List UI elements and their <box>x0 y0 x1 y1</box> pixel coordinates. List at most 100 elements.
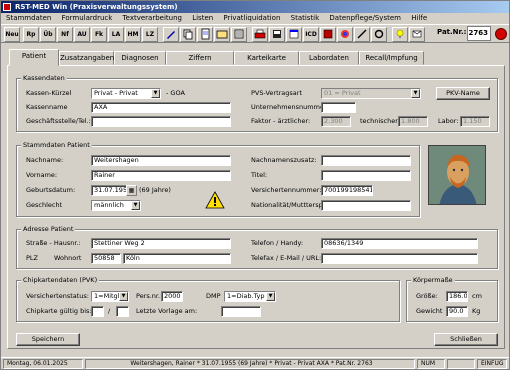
gewicht-field[interactable]: 90.0 <box>446 306 468 317</box>
titel-field[interactable] <box>321 170 411 181</box>
status-bar: Montag, 06.01.2025 Weitershagen, Rainer … <box>1 357 509 369</box>
plz-label: PLZ <box>26 254 38 262</box>
nationalitaet-field[interactable] <box>321 200 411 211</box>
menu-stammdaten[interactable]: Stammdaten <box>6 14 51 22</box>
menu-statistik[interactable]: Statistik <box>291 14 320 22</box>
new-button[interactable]: Neu <box>4 27 20 42</box>
status-empty <box>447 359 475 369</box>
persnr-field[interactable]: 2000 <box>161 291 183 302</box>
pkv-name-button[interactable]: PKV-Name <box>436 87 490 100</box>
chevron-down-icon: ▼ <box>411 89 420 98</box>
calendar-picker-icon[interactable]: ▦ <box>126 185 137 196</box>
menu-hilfe[interactable]: Hilfe <box>411 14 427 22</box>
status-select[interactable]: 1=Mitglie ▼ <box>91 291 129 302</box>
kassenkuerzel-value: Privat - Privat <box>94 89 138 97</box>
status-num: NUM <box>417 359 445 369</box>
dmp-select[interactable]: 1=Diab.Typ 2 ▼ <box>224 291 276 302</box>
gewicht-label: Gewicht <box>416 307 443 315</box>
menu-textverarbeitung[interactable]: Textverarbeitung <box>123 14 182 22</box>
gueltig-monat-field[interactable] <box>91 306 104 317</box>
tab-ziffern[interactable]: Ziffern <box>166 51 234 65</box>
pvs-label: PVS-Vertragsart <box>251 89 302 97</box>
tab-karteikarte[interactable]: Karteikarte <box>234 51 299 65</box>
close-button[interactable]: Schließen <box>434 333 498 346</box>
nf-button[interactable]: Nf <box>57 27 73 42</box>
tab-recall-impfung[interactable]: Recall/Impfung <box>359 51 424 65</box>
status-label: Versichertenstatus: <box>26 292 90 300</box>
status-patient: Weitershagen, Rainer * 31.07.1955 (69 Ja… <box>85 359 415 369</box>
fk-button[interactable]: Fk <box>91 27 107 42</box>
telefon-field[interactable]: 08636/1349 <box>321 238 478 249</box>
patient-panel: Kassendaten Kassen-Kürzel Privat - Priva… <box>7 65 505 349</box>
unternehmen-field[interactable] <box>321 102 356 113</box>
mail-icon[interactable] <box>409 27 425 42</box>
koerpermasse-title: Körpermaße <box>411 276 455 284</box>
groesse-label: Größe: <box>416 292 438 300</box>
icd-button[interactable]: ICD <box>303 27 319 42</box>
au-button[interactable]: AU <box>74 27 90 42</box>
namenszusatz-field[interactable] <box>321 155 411 166</box>
vorname-field[interactable]: Rainer <box>91 170 231 181</box>
tab-diagnosen[interactable]: Diagnosen <box>114 51 166 65</box>
pvs-value: 01 = Privat <box>324 89 361 97</box>
tools-icon[interactable] <box>354 27 370 42</box>
dmp-label: DMP <box>206 292 221 300</box>
book-icon[interactable] <box>320 27 336 42</box>
list-icon[interactable] <box>231 27 247 42</box>
stop-icon[interactable] <box>495 28 507 40</box>
adresse-title: Adresse Patient <box>21 225 76 233</box>
color-icon[interactable] <box>337 27 353 42</box>
toolbar: Neu Rp Üb Nf AU Fk LA HM LZ ICD Pat.Nr.:… <box>1 24 509 43</box>
kassenname-label: Kassenname <box>26 103 68 111</box>
menu-datenpflege[interactable]: Datenpflege/System <box>329 14 401 22</box>
document-icon[interactable] <box>197 27 213 42</box>
telefax-field[interactable] <box>321 253 478 264</box>
app-icon <box>3 3 11 11</box>
goa-label: - GOA <box>166 89 185 97</box>
versichertennummer-field[interactable]: 700199198541 <box>321 185 373 196</box>
rp-button[interactable]: Rp <box>23 27 39 42</box>
geschaeftsstelle-field[interactable] <box>91 116 231 127</box>
warning-icon <box>205 191 225 211</box>
strasse-field[interactable]: Stettiner Weg 2 <box>91 238 231 249</box>
menu-listen[interactable]: Listen <box>192 14 213 22</box>
calendar-icon[interactable] <box>286 27 302 42</box>
menu-formulardruck[interactable]: Formulardruck <box>62 14 113 22</box>
tab-patient[interactable]: Patient <box>9 49 59 66</box>
faktor-label: Faktor - ärztlicher: <box>251 117 311 125</box>
gueltig-label: Chipkarte gültig bis: <box>26 307 92 315</box>
geschlecht-select[interactable]: männlich ▼ <box>91 200 141 211</box>
lz-button[interactable]: LZ <box>142 27 158 42</box>
ub-button[interactable]: Üb <box>40 27 56 42</box>
vorlage-field[interactable] <box>221 306 261 317</box>
status-date: Montag, 06.01.2025 <box>3 359 83 369</box>
ort-field[interactable]: Köln <box>123 253 231 264</box>
gueltig-jahr-field[interactable] <box>116 306 129 317</box>
la-button[interactable]: LA <box>108 27 124 42</box>
save-button[interactable]: Speichern <box>16 333 80 346</box>
tab-labordaten[interactable]: Labordaten <box>299 51 359 65</box>
faktor-labor-field: 1.150 <box>460 116 490 127</box>
groesse-field[interactable]: 186.0 <box>446 291 468 302</box>
wohnort-label: Wohnort <box>54 254 82 262</box>
lightbulb-icon[interactable] <box>392 27 408 42</box>
menu-privatliquidation[interactable]: Privatliquidation <box>223 14 280 22</box>
vorlage-label: Letzte Vorlage am: <box>136 307 198 315</box>
kassenname-field[interactable]: AXA <box>91 102 231 113</box>
chevron-down-icon: ▼ <box>131 201 140 210</box>
printer-icon[interactable] <box>252 27 268 42</box>
tab-zusatzangaben[interactable]: Zusatzangaben <box>59 51 114 65</box>
copy-icon[interactable] <box>180 27 196 42</box>
hm-button[interactable]: HM <box>125 27 141 42</box>
kassenkuerzel-select[interactable]: Privat - Privat ▼ <box>91 88 161 99</box>
chevron-down-icon: ▼ <box>266 292 275 301</box>
card-icon[interactable] <box>214 27 230 42</box>
gear-icon[interactable] <box>371 27 387 42</box>
patient-photo <box>428 145 486 205</box>
nachname-field[interactable]: Weitershagen <box>91 155 231 166</box>
save-disk-icon[interactable] <box>269 27 285 42</box>
plz-field[interactable]: 50858 <box>91 253 121 264</box>
edit-icon[interactable] <box>163 27 179 42</box>
gewicht-unit: Kg <box>472 307 481 315</box>
titel-label: Titel: <box>251 171 268 179</box>
